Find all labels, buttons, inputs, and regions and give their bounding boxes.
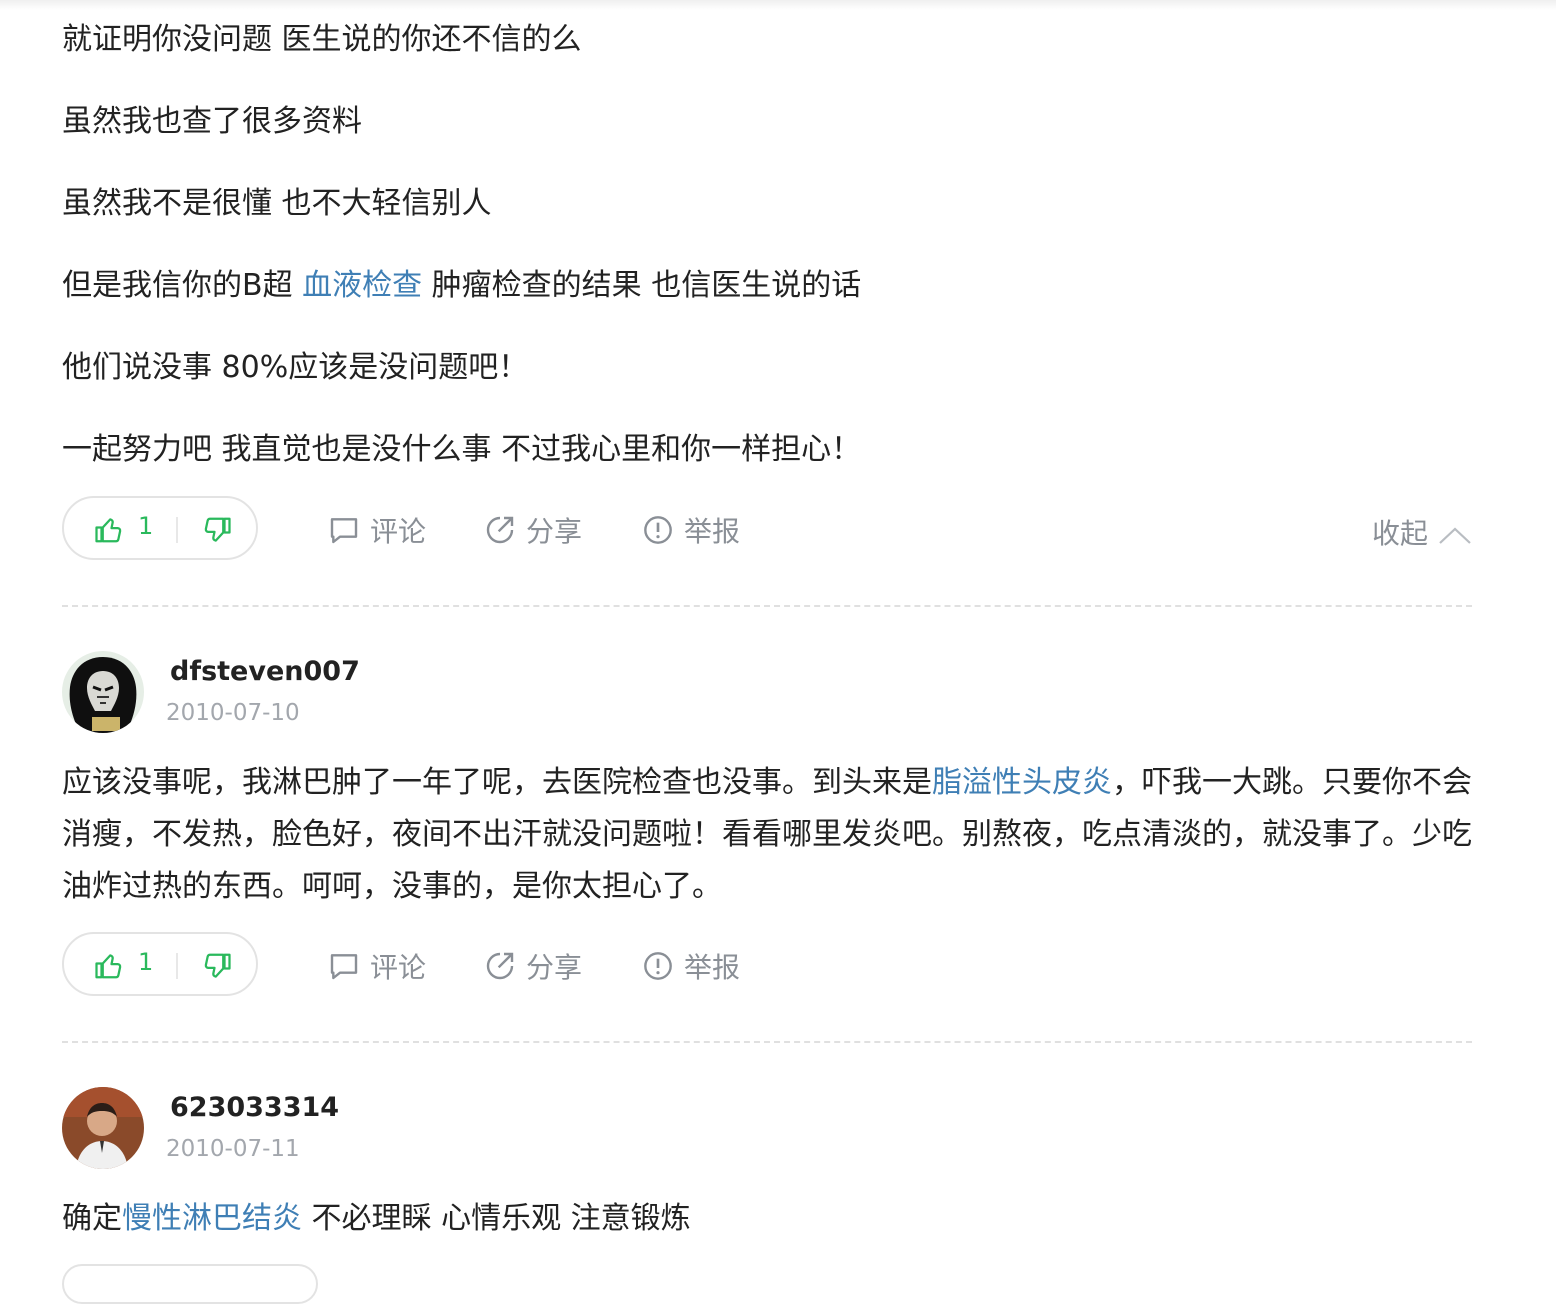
text-segment: 但是我信你的B超	[62, 268, 303, 303]
text-segment: 应该没事呢，我淋巴肿了一年了呢，去医院检查也没事。到头来是	[62, 765, 932, 800]
answer-body: 确定慢性淋巴结炎 不必理睬 心情乐观 注意锻炼	[62, 1193, 1482, 1245]
vote-pill: 1	[62, 496, 258, 560]
collapse-button[interactable]: 收起	[1372, 512, 1472, 552]
thumbs-down-icon[interactable]	[202, 951, 232, 981]
answer-paragraph: 虽然我也查了很多资料	[62, 102, 362, 142]
answer-paragraph: 一起努力吧 我直觉也是没什么事 不过我心里和你一样担心！	[62, 430, 861, 470]
answer-divider	[62, 605, 1472, 607]
answer-body: 应该没事呢，我淋巴肿了一年了呢，去医院检查也没事。到头来是脂溢性头皮炎，吓我一大…	[62, 757, 1482, 913]
report-icon	[644, 516, 672, 544]
answer-paragraph: 虽然我不是很懂 也不大轻信别人	[62, 184, 492, 224]
top-shadow	[0, 0, 1556, 10]
comment-icon	[330, 954, 358, 980]
vote-separator	[176, 953, 178, 979]
answer-date: 2010-07-11	[166, 1136, 300, 1162]
thumbs-up-icon[interactable]	[94, 515, 124, 545]
user-avatar[interactable]	[62, 1087, 144, 1169]
vote-pill	[62, 1264, 318, 1304]
collapse-label: 收起	[1371, 517, 1428, 550]
like-count: 1	[138, 512, 154, 540]
share-icon	[486, 516, 514, 544]
answer-paragraph: 但是我信你的B超 血液检查 肿瘤检查的结果 也信医生说的话	[62, 266, 861, 306]
username[interactable]: dfsteven007	[170, 656, 360, 687]
text-segment: 就证明你没问题 医生说的你还不信的么	[62, 22, 582, 57]
text-segment: 虽然我也查了很多资料	[62, 104, 362, 139]
comment-icon	[330, 518, 358, 544]
share-icon	[486, 952, 514, 980]
user-avatar[interactable]	[62, 651, 144, 733]
like-count: 1	[138, 948, 154, 976]
keyword-link[interactable]: 慢性淋巴结炎	[122, 1201, 302, 1236]
answer-paragraph: 他们说没事 80%应该是没问题吧！	[62, 348, 528, 388]
report-label: 举报	[684, 951, 741, 984]
text-segment: 虽然我不是很懂 也不大轻信别人	[62, 186, 492, 221]
answer-divider	[62, 1041, 1472, 1043]
vote-pill: 1	[62, 932, 258, 996]
vote-separator	[176, 517, 178, 543]
text-segment: 一起努力吧 我直觉也是没什么事 不过我心里和你一样担心！	[62, 432, 862, 467]
chevron-up-icon	[1439, 527, 1471, 544]
text-segment: 肿瘤检查的结果 也信医生说的话	[422, 268, 862, 303]
comment-label: 评论	[370, 515, 427, 548]
man-portrait-avatar-icon	[62, 1087, 144, 1169]
report-label: 举报	[684, 515, 741, 548]
answer-actions: 1 评论 分享	[62, 932, 1472, 1000]
masked-figure-avatar-icon	[62, 651, 144, 733]
share-label: 分享	[526, 515, 583, 548]
share-label: 分享	[526, 951, 583, 984]
text-segment: 不必理睬 心情乐观 注意锻炼	[302, 1201, 691, 1236]
answer-actions: 1 评论 分享	[62, 496, 1472, 564]
keyword-link[interactable]: 脂溢性头皮炎	[932, 765, 1112, 800]
answer-paragraph: 就证明你没问题 医生说的你还不信的么	[62, 20, 582, 60]
answer-date: 2010-07-10	[166, 700, 300, 726]
thumbs-down-icon[interactable]	[202, 515, 232, 545]
thumbs-up-icon[interactable]	[94, 951, 124, 981]
comment-label: 评论	[370, 951, 427, 984]
text-segment: 确定	[62, 1201, 122, 1236]
report-icon	[644, 952, 672, 980]
username[interactable]: 623033314	[170, 1092, 339, 1123]
keyword-link[interactable]: 血液检查	[302, 268, 422, 303]
text-segment: 他们说没事 80%应该是没问题吧！	[62, 350, 529, 385]
